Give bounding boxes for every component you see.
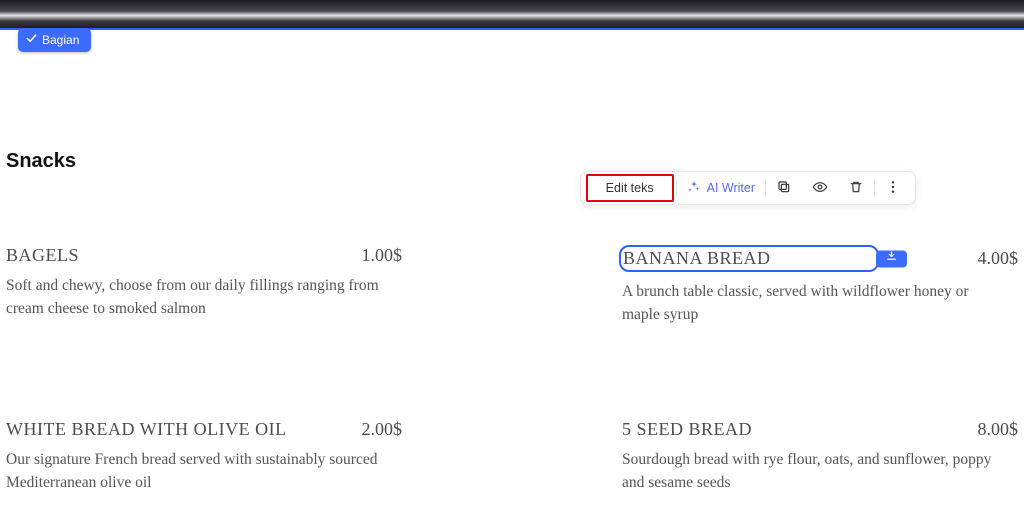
item-price[interactable]: 2.00$ [362, 419, 403, 440]
menu-grid: BAGELS 1.00$ Soft and chewy, choose from… [6, 245, 1018, 494]
menu-item[interactable]: 5 SEED BREAD 8.00$ Sourdough bread with … [622, 419, 1018, 495]
item-price[interactable]: 4.00$ [978, 248, 1019, 269]
menu-item[interactable]: BANANA BREAD 4.00$ A brunch table classi… [622, 245, 1018, 327]
edit-text-label: Edit teks [606, 181, 654, 195]
section-badge-label: Bagian [42, 33, 79, 47]
sparkle-icon [687, 180, 701, 197]
duplicate-button[interactable] [766, 172, 802, 204]
more-vertical-icon [885, 179, 901, 198]
hero-image [0, 0, 1024, 30]
menu-item[interactable]: BAGELS 1.00$ Soft and chewy, choose from… [6, 245, 402, 327]
ai-writer-label: AI Writer [707, 181, 755, 195]
item-description[interactable]: A brunch table classic, served with wild… [622, 280, 1002, 327]
item-name[interactable]: WHITE BREAD WITH OLIVE OIL [6, 419, 287, 440]
download-icon [885, 250, 898, 268]
item-name[interactable]: BANANA BREAD [623, 248, 771, 268]
section-badge[interactable]: Bagian [18, 28, 91, 52]
trash-icon [848, 179, 864, 198]
delete-button[interactable] [838, 172, 874, 204]
more-button[interactable] [875, 172, 911, 204]
copy-icon [776, 179, 792, 198]
visibility-button[interactable] [802, 172, 838, 204]
check-icon [26, 33, 37, 47]
menu-item[interactable]: WHITE BREAD WITH OLIVE OIL 2.00$ Our sig… [6, 419, 402, 495]
ai-writer-button[interactable]: AI Writer [677, 172, 765, 204]
item-price[interactable]: 8.00$ [978, 419, 1019, 440]
selected-text-element[interactable]: BANANA BREAD [619, 245, 879, 272]
section-title[interactable]: Snacks [6, 150, 1018, 173]
item-name[interactable]: 5 SEED BREAD [622, 419, 752, 440]
edit-text-button[interactable]: Edit teks [596, 176, 664, 200]
item-description[interactable]: Sourdough bread with rye flour, oats, an… [622, 448, 1002, 495]
item-price[interactable]: 1.00$ [362, 245, 403, 266]
item-name[interactable]: BAGELS [6, 245, 79, 266]
eye-icon [812, 179, 828, 198]
drag-handle[interactable] [876, 250, 907, 267]
element-toolbar: Edit teks AI Writer [580, 171, 916, 205]
item-description[interactable]: Soft and chewy, choose from our daily fi… [6, 274, 386, 321]
highlight-box: Edit teks [586, 174, 674, 202]
item-description[interactable]: Our signature French bread served with s… [6, 448, 386, 495]
